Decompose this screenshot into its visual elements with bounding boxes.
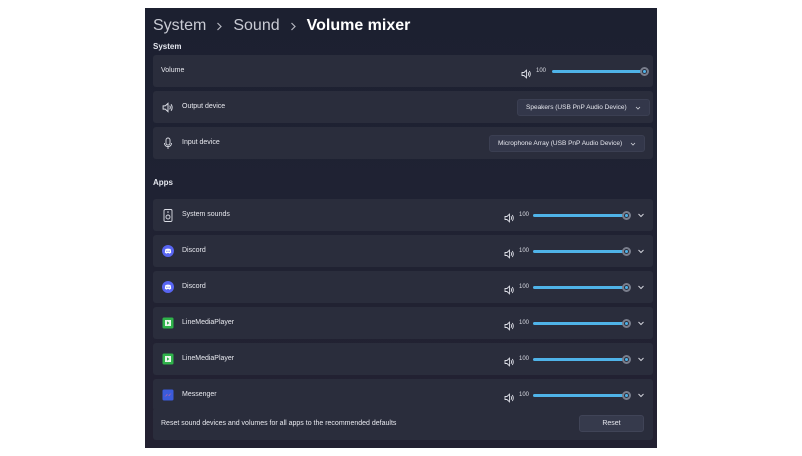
chevron-down-icon[interactable] [637,319,645,327]
section-title-system: System [153,42,182,51]
system-sounds-icon [161,208,175,222]
app-volume-value: 100 [519,248,530,254]
output-device-row: Output device Speakers (USB PnP Audio De… [153,91,653,123]
app-volume-value: 100 [519,284,530,290]
app-name: Discord [182,283,206,290]
output-device-label: Output device [182,103,226,110]
app-row: Discord 100 [153,235,653,267]
app-volume-value: 100 [519,212,530,218]
app-row: LineMediaPlayer 100 [153,307,653,339]
linemediaplayer-icon [161,352,175,366]
messenger-icon [161,388,175,402]
app-volume-slider[interactable] [533,210,631,220]
breadcrumb-sound[interactable]: Sound [233,17,279,35]
app-name: System sounds [182,211,230,218]
slider-thumb[interactable] [622,246,631,256]
speaker-icon[interactable] [504,390,515,403]
app-volume-value: 100 [519,320,530,326]
app-volume-value: 100 [519,356,530,362]
input-device-value: Microphone Array (USB PnP Audio Device) [498,140,623,147]
chevron-down-icon [635,106,640,110]
volume-value: 100 [536,68,547,74]
breadcrumb-system[interactable]: System [153,17,206,35]
section-title-apps: Apps [153,178,173,187]
slider-thumb[interactable] [622,210,631,220]
output-device-value: Speakers (USB PnP Audio Device) [526,104,627,111]
input-device-dropdown[interactable]: Microphone Array (USB PnP Audio Device) [489,135,646,152]
output-device-dropdown[interactable]: Speakers (USB PnP Audio Device) [517,99,650,116]
input-device-label: Input device [182,139,220,146]
app-volume-slider[interactable] [533,318,631,328]
volume-label: Volume [161,67,185,74]
app-row: LineMediaPlayer 100 [153,343,653,375]
speaker-icon[interactable] [504,318,515,331]
speaker-icon[interactable] [504,282,515,295]
app-row: System sounds 100 [153,199,653,231]
speaker-icon[interactable] [504,210,515,223]
speaker-icon[interactable] [504,246,515,259]
reset-row: Reset sound devices and volumes for all … [153,408,653,440]
slider-thumb[interactable] [622,318,631,328]
slider-thumb[interactable] [622,390,631,400]
chevron-down-icon [630,142,636,146]
page-title: Volume mixer [306,17,411,34]
app-name: Messenger [182,391,217,398]
system-volume-slider[interactable] [552,66,649,76]
app-volume-slider[interactable] [533,354,631,364]
chevron-down-icon[interactable] [637,355,645,363]
speaker-icon [161,100,175,114]
slider-thumb[interactable] [622,282,631,292]
app-volume-value: 100 [519,392,530,398]
input-device-row: Input device Microphone Array (USB PnP A… [153,127,653,159]
discord-icon [161,244,175,258]
speaker-icon[interactable] [521,66,532,79]
app-name: LineMediaPlayer [182,319,235,326]
app-name: LineMediaPlayer [182,355,235,362]
discord-icon [161,280,175,294]
chevron-down-icon[interactable] [637,391,645,399]
app-row: Messenger 100 [153,379,653,411]
breadcrumb: System Sound Volume mixer [153,12,410,40]
chevron-down-icon[interactable] [637,283,645,291]
slider-thumb[interactable] [640,66,649,76]
chevron-right-icon [216,22,223,31]
speaker-icon[interactable] [504,354,515,367]
slider-thumb[interactable] [622,354,631,364]
volume-mixer-window: System Sound Volume mixer System Volume … [145,8,657,448]
app-volume-slider[interactable] [533,246,631,256]
reset-button[interactable]: Reset [579,415,644,432]
app-row: Discord 100 [153,271,653,303]
linemediaplayer-icon [161,316,175,330]
microphone-icon [161,136,175,150]
app-volume-slider[interactable] [533,390,631,400]
system-volume-row: Volume 100 [153,55,653,87]
app-name: Discord [182,247,206,254]
app-volume-slider[interactable] [533,282,631,292]
chevron-right-icon [290,22,297,31]
chevron-down-icon[interactable] [637,247,645,255]
chevron-down-icon[interactable] [637,211,645,219]
reset-description: Reset sound devices and volumes for all … [161,420,397,427]
